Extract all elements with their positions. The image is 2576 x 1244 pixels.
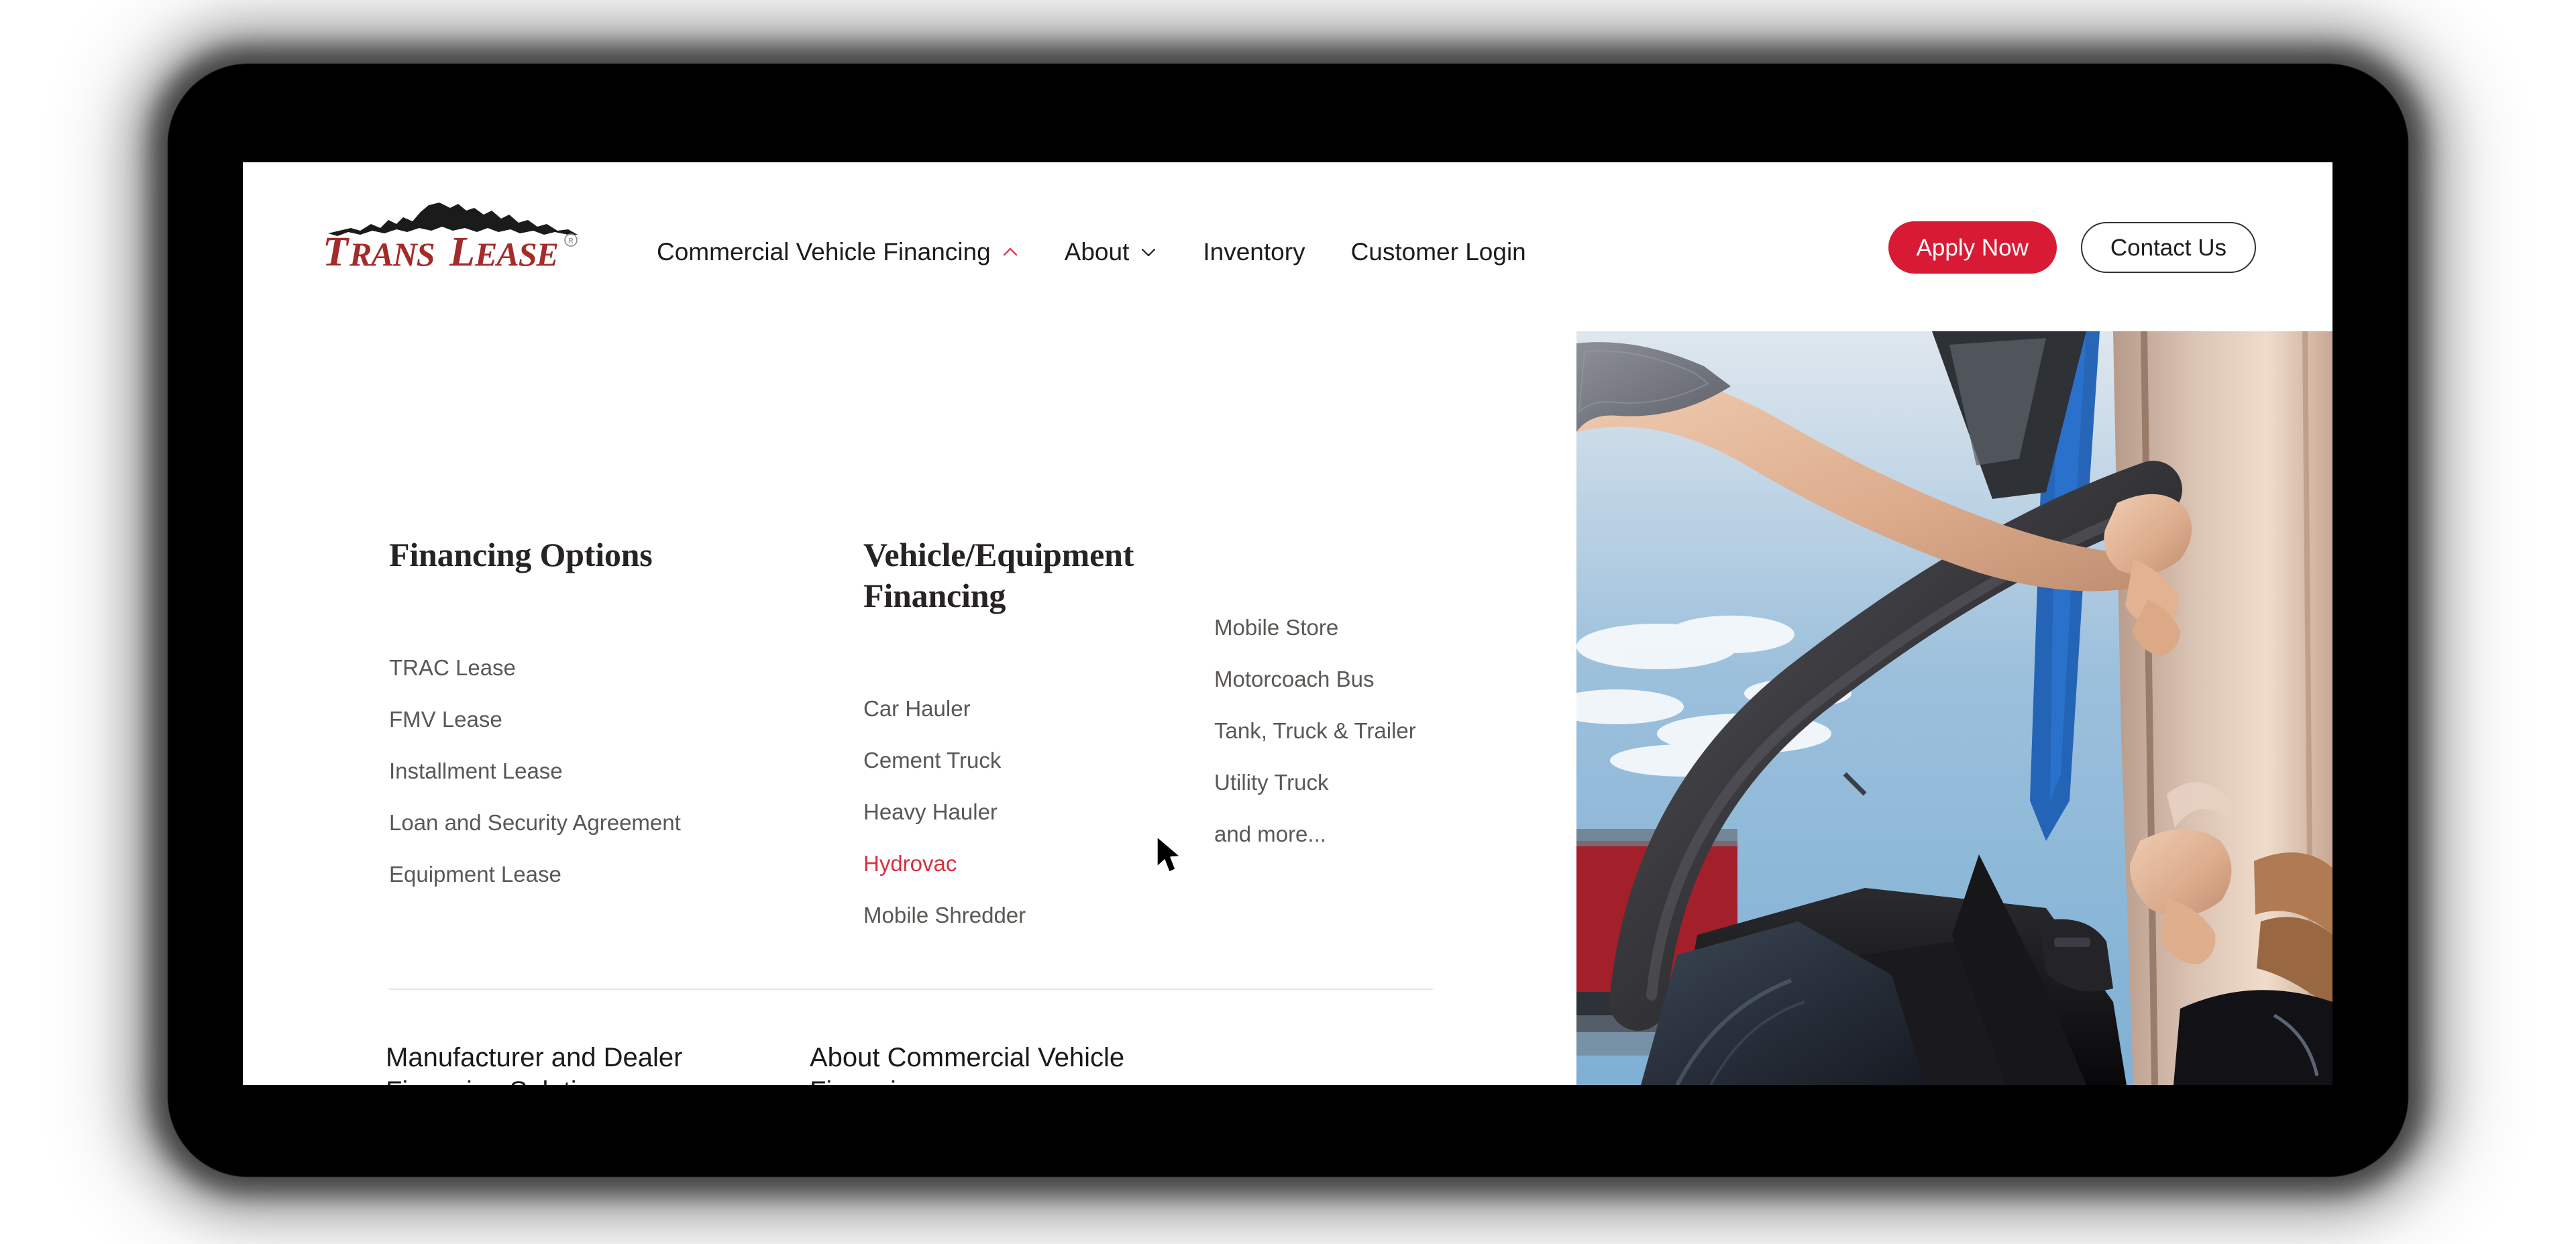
- mega-menu-column-vehicle-equipment-financing-overflow: Mobile Store Motorcoach Bus Tank, Truck …: [1214, 616, 1523, 845]
- svg-text:EASE: EASE: [474, 235, 558, 273]
- heading-spacer: [389, 575, 678, 657]
- heading-spacer: [863, 616, 1226, 697]
- header-actions: Apply Now Contact Us: [1888, 221, 2256, 274]
- mega-menu-link[interactable]: Utility Truck: [1214, 771, 1523, 793]
- apply-now-button[interactable]: Apply Now: [1888, 221, 2057, 274]
- nav-label: About: [1064, 237, 1130, 266]
- mega-menu-link[interactable]: TRAC Lease: [389, 657, 678, 679]
- nav-label: Customer Login: [1350, 237, 1526, 266]
- nav-item-customer-login[interactable]: Customer Login: [1351, 239, 1526, 264]
- mega-menu-divider: [389, 988, 1433, 990]
- nav-item-inventory[interactable]: Inventory: [1203, 239, 1305, 264]
- contact-us-button[interactable]: Contact Us: [2080, 222, 2256, 273]
- mega-menu-link[interactable]: Motorcoach Bus: [1214, 668, 1523, 690]
- mega-menu-link-hydrovac[interactable]: Hydrovac: [863, 852, 1226, 874]
- svg-text:RANS: RANS: [349, 235, 435, 273]
- chevron-down-icon[interactable]: [1140, 243, 1157, 261]
- feature-link-title: About Commercial Vehicle Financing: [810, 1043, 1125, 1085]
- hero-photo: [1576, 331, 2332, 1085]
- feature-link-about-commercial-vehicle-financing[interactable]: About Commercial Vehicle Financing: [810, 1041, 1132, 1085]
- registered-trademark-icon: R: [564, 233, 578, 247]
- vehicle-equipment-link-list: Car Hauler Cement Truck Heavy Hauler Hyd…: [863, 697, 1226, 926]
- mega-menu-link[interactable]: Mobile Store: [1214, 616, 1523, 638]
- column-heading: Vehicle/Equipment Financing: [863, 536, 1134, 614]
- nav-label: Commercial Vehicle Financing: [657, 237, 991, 266]
- mega-menu-feature-links: Manufacturer and Dealer Financing Soluti…: [386, 1041, 1526, 1085]
- column-heading: Financing Options: [389, 536, 653, 573]
- nav-item-commercial-vehicle-financing[interactable]: Commercial Vehicle Financing: [657, 239, 1019, 264]
- svg-text:L: L: [449, 229, 474, 274]
- svg-text:R: R: [568, 237, 574, 245]
- mega-menu-column-financing-options: Financing Options TRAC Lease FMV Lease I…: [389, 534, 681, 885]
- feature-link-title: Manufacturer and Dealer Financing Soluti…: [386, 1043, 683, 1085]
- financing-options-link-list: TRAC Lease FMV Lease Installment Lease L…: [389, 657, 681, 885]
- chevron-up-icon[interactable]: [1002, 243, 1019, 261]
- mega-menu-link[interactable]: Installment Lease: [389, 760, 678, 782]
- mega-menu-column-vehicle-equipment-financing: Vehicle/Equipment Financing Car Hauler C…: [863, 534, 1226, 926]
- mega-menu-link[interactable]: Equipment Lease: [389, 863, 678, 885]
- feature-link-manufacturer-dealer-financing[interactable]: Manufacturer and Dealer Financing Soluti…: [386, 1041, 708, 1085]
- nav-item-about[interactable]: About: [1065, 239, 1158, 264]
- mega-menu-link[interactable]: Heavy Hauler: [863, 801, 1226, 823]
- logo-svg: T RANS L EASE R: [323, 203, 578, 275]
- mega-menu-link[interactable]: Tank, Truck & Trailer: [1214, 720, 1523, 742]
- nav-label: Inventory: [1203, 237, 1305, 266]
- mega-menu-link[interactable]: Cement Truck: [863, 749, 1226, 771]
- mega-menu-link[interactable]: Car Hauler: [863, 697, 1226, 720]
- logo-wordmark: T: [323, 229, 350, 274]
- mega-menu-panel: Financing Options TRAC Lease FMV Lease I…: [243, 331, 1576, 1085]
- trans-lease-logo[interactable]: T RANS L EASE R: [319, 201, 587, 275]
- vehicle-equipment-link-list-overflow: Mobile Store Motorcoach Bus Tank, Truck …: [1214, 616, 1523, 845]
- browser-viewport: T RANS L EASE R Commercial Vehicle Finan…: [243, 162, 2332, 1085]
- hero-photo-illustration: [1576, 331, 2332, 1085]
- mega-menu-link[interactable]: FMV Lease: [389, 708, 678, 730]
- mega-menu-link[interactable]: Loan and Security Agreement: [389, 811, 681, 834]
- mega-menu-link[interactable]: and more...: [1214, 823, 1523, 845]
- mega-menu-link[interactable]: Mobile Shredder: [863, 904, 1226, 926]
- primary-nav: Commercial Vehicle Financing About Inven…: [657, 231, 1526, 272]
- site-header: T RANS L EASE R Commercial Vehicle Finan…: [243, 162, 2332, 331]
